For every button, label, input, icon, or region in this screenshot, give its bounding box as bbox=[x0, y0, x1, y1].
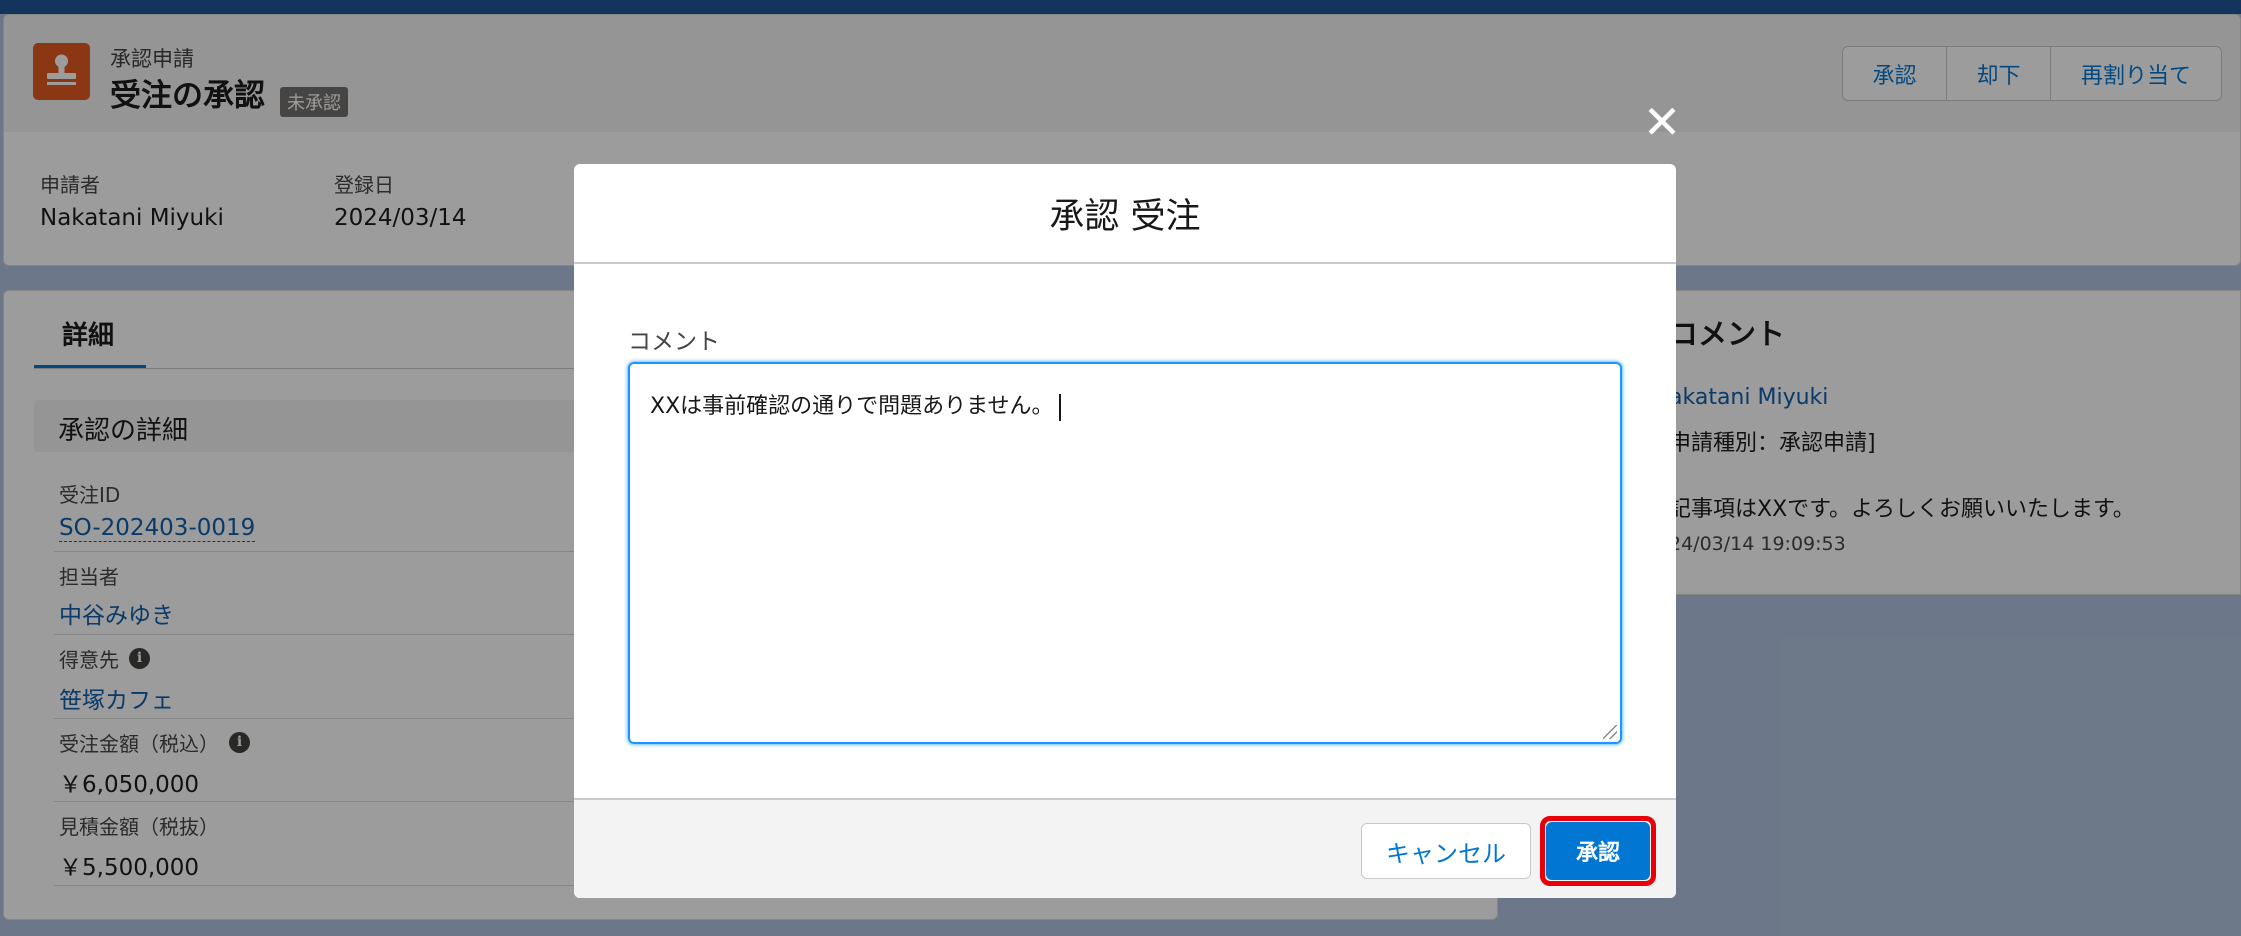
approve-modal: 承認 受注 コメント XXは事前確認の通りで問題ありません。 キャンセル 承認 bbox=[574, 164, 1676, 898]
close-icon[interactable]: ✕ bbox=[1640, 99, 1684, 145]
cancel-button[interactable]: キャンセル bbox=[1361, 823, 1531, 879]
resize-handle[interactable] bbox=[1603, 725, 1617, 739]
text-cursor bbox=[1059, 393, 1062, 421]
comment-field-label: コメント bbox=[628, 329, 720, 355]
modal-title: 承認 受注 bbox=[574, 164, 1676, 264]
comment-text: XXは事前確認の通りで問題ありません。 bbox=[650, 394, 1054, 419]
approve-button[interactable]: 承認 bbox=[1546, 822, 1650, 880]
comment-textarea[interactable]: XXは事前確認の通りで問題ありません。 bbox=[628, 362, 1622, 744]
modal-footer: キャンセル 承認 bbox=[574, 798, 1676, 898]
